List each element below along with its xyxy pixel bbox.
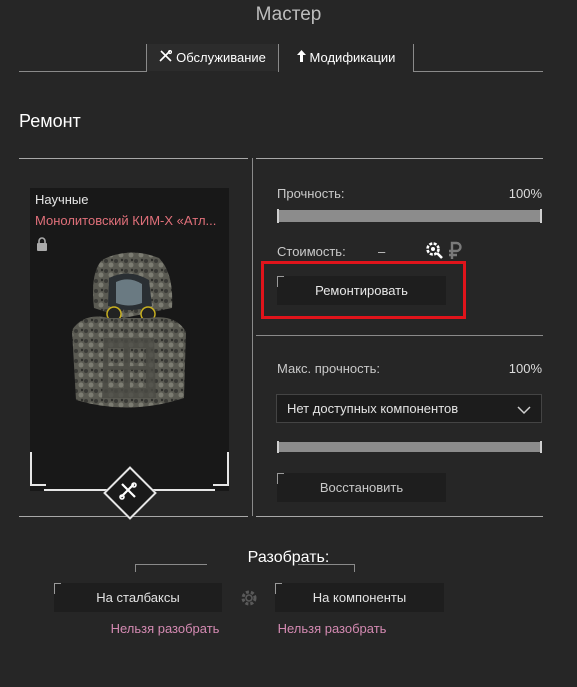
card-corner bbox=[213, 452, 229, 486]
restore-button[interactable]: Восстановить bbox=[277, 473, 446, 502]
tab-maintenance[interactable]: Обслуживание bbox=[147, 44, 278, 71]
bar-cap bbox=[277, 441, 279, 453]
panel-border bbox=[19, 158, 248, 159]
component-select[interactable]: Нет доступных компонентов bbox=[276, 394, 542, 423]
durability-bar-fill bbox=[278, 210, 541, 222]
item-category: Научные bbox=[35, 192, 89, 207]
durability-value: 100% bbox=[508, 186, 542, 201]
window-title: Мастер bbox=[255, 4, 322, 25]
component-select-value: Нет доступных компонентов bbox=[287, 401, 459, 416]
panel-divider bbox=[252, 158, 253, 516]
bar-cap bbox=[540, 209, 542, 223]
disassemble-stalbucks-button[interactable]: На сталбаксы bbox=[54, 583, 222, 612]
tab-maintenance-label: Обслуживание bbox=[176, 50, 266, 65]
components-note: Нельзя разобрать bbox=[277, 621, 387, 636]
max-durability-bar-fill bbox=[278, 442, 541, 452]
card-corner bbox=[30, 452, 46, 486]
tab-divider bbox=[413, 44, 414, 72]
armor-image bbox=[64, 248, 194, 433]
disassemble-title: Разобрать: bbox=[247, 549, 330, 566]
max-durability-label: Макс. прочность: bbox=[277, 361, 380, 376]
tools-icon bbox=[159, 49, 173, 66]
panel-border bbox=[256, 516, 543, 517]
tab-bar-line-right bbox=[413, 71, 543, 72]
item-card[interactable]: Научные Монолитовский КИМ-Х «Атл... bbox=[30, 188, 229, 491]
tab-bar-line-left bbox=[19, 71, 146, 72]
item-name: Монолитовский КИМ-Х «Атл... bbox=[35, 213, 217, 228]
max-durability-bar bbox=[277, 441, 542, 453]
chevron-down-icon bbox=[517, 403, 531, 418]
tools-icon bbox=[118, 481, 138, 506]
panel-divider bbox=[256, 335, 543, 336]
stalbucks-note: Нельзя разобрать bbox=[110, 621, 220, 636]
tab-modifications-label: Модификации bbox=[309, 50, 396, 65]
tab-modifications[interactable]: Модификации bbox=[279, 44, 413, 71]
disassemble-line-right bbox=[298, 564, 355, 565]
cost-value: – bbox=[378, 244, 386, 259]
cost-label: Стоимость: bbox=[277, 244, 346, 259]
durability-label: Прочность: bbox=[277, 186, 345, 201]
gear-icon bbox=[238, 587, 260, 614]
section-title-repair: Ремонт bbox=[19, 111, 81, 131]
disassemble-components-button[interactable]: На компоненты bbox=[275, 583, 444, 612]
bar-cap bbox=[540, 441, 542, 453]
durability-bar bbox=[277, 209, 542, 223]
lock-icon bbox=[36, 237, 48, 256]
panel-border bbox=[256, 158, 543, 159]
disassemble-line-tick bbox=[354, 564, 355, 572]
bar-cap bbox=[277, 209, 279, 223]
repair-button-highlight bbox=[261, 261, 466, 319]
upgrade-arrow-icon bbox=[296, 50, 306, 65]
max-durability-value: 100% bbox=[508, 361, 542, 376]
